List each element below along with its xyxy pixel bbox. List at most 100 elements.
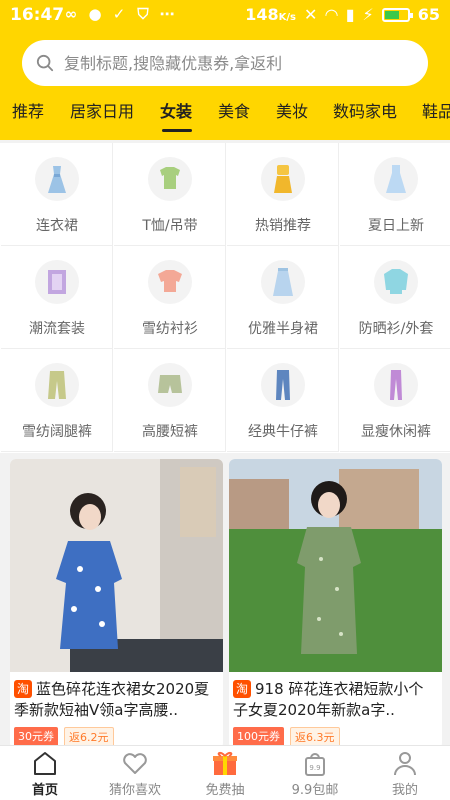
skirt-thumb	[261, 260, 305, 304]
more-dots-icon: ⋯	[159, 5, 175, 23]
mute-icon: ✕	[303, 5, 318, 24]
battery-percent: 65	[417, 5, 440, 24]
nav-free-draw[interactable]: 免费抽	[180, 746, 270, 800]
header: 16:47 ∞ ● ✓ ⛉ ⋯ 148K/s ✕ ◠ ▮ ⚡ 65 复制标题,搜…	[0, 0, 450, 140]
casual-pants-icon	[390, 370, 402, 400]
nav-guess-you-like[interactable]: 猜你喜欢	[90, 746, 180, 800]
tab-womens-wear[interactable]: 女装	[160, 98, 192, 122]
category-label: 优雅半身裙	[248, 321, 318, 337]
tshirt-thumb	[148, 157, 192, 201]
category-label: 雪纺衬衫	[142, 321, 198, 337]
nav-label: 猜你喜欢	[108, 783, 161, 798]
nav-label: 免费抽	[205, 783, 245, 798]
active-tab-underline	[162, 129, 192, 132]
category-sun-jacket[interactable]: 防晒衫/外套	[340, 246, 450, 349]
product-title: 淘蓝色碎花连衣裙女2020夏季新款短袖V领a字高腰..	[14, 679, 219, 721]
heart-icon	[123, 753, 147, 774]
sun-jacket-icon	[384, 269, 408, 294]
category-skirt[interactable]: 优雅半身裙	[227, 246, 339, 349]
category-dress[interactable]: 连衣裙	[1, 143, 113, 246]
net-speed-unit: K/s	[278, 12, 296, 23]
category-label: 显瘦休闲裤	[361, 424, 431, 440]
nav-mine[interactable]: 我的	[360, 746, 450, 800]
check-circle-icon: ✓	[112, 5, 126, 23]
summer-thumb	[374, 157, 418, 201]
product-badges: 30元券 返6.2元	[14, 727, 114, 747]
product-title-text: 918 碎花连衣裙短款小个子女夏2020年新款a字..	[233, 680, 424, 719]
battery-fill	[384, 10, 399, 19]
tab-electronics[interactable]: 数码家电	[333, 98, 397, 122]
bottom-nav: 首页 猜你喜欢 免费抽 9.9 9.9包邮 我的	[0, 745, 450, 800]
category-label: 雪纺阔腿裤	[22, 424, 92, 440]
wide-pants-thumb	[35, 363, 79, 407]
home-icon	[34, 752, 56, 775]
rebate-badge: 返6.2元	[64, 727, 114, 747]
category-summer-new[interactable]: 夏日上新	[340, 143, 450, 246]
chat-bubble-icon: ●	[88, 5, 102, 23]
chiffon-shirt-icon	[158, 270, 182, 292]
nav-label: 我的	[391, 783, 418, 798]
product-card[interactable]: 淘蓝色碎花连衣裙女2020夏季新款短袖V领a字高腰.. 30元券 返6.2元	[10, 459, 223, 749]
summer-dress-icon	[386, 165, 406, 193]
category-label: 夏日上新	[368, 218, 424, 234]
category-jeans[interactable]: 经典牛仔裤	[227, 349, 339, 452]
category-hot[interactable]: 热销推荐	[227, 143, 339, 246]
skirt-icon	[273, 268, 293, 296]
nav-label: 首页	[31, 783, 58, 798]
status-right: 148K/s ✕ ◠ ▮ ⚡ 65	[245, 5, 440, 24]
hot-thumb	[261, 157, 305, 201]
wifi-icon: ◠	[325, 5, 338, 24]
category-tshirt[interactable]: T恤/吊带	[114, 143, 226, 246]
shopping-bag-icon: 9.9	[305, 753, 325, 776]
category-chiffon-shirt[interactable]: 雪纺衬衫	[114, 246, 226, 349]
category-label: 高腰短裤	[142, 424, 198, 440]
product-title-text: 蓝色碎花连衣裙女2020夏季新款短袖V领a字高腰..	[14, 680, 210, 719]
signal-icon: ▮	[345, 5, 355, 24]
product-feed: 淘蓝色碎花连衣裙女2020夏季新款短袖V领a字高腰.. 30元券 返6.2元 淘…	[0, 455, 450, 749]
status-time: 16:47	[10, 5, 65, 25]
coupon-badge: 30元券	[14, 727, 58, 747]
jeans-thumb	[261, 363, 305, 407]
charging-icon: ⚡	[362, 5, 374, 24]
nav-home[interactable]: 首页	[0, 746, 90, 800]
category-casual-pants[interactable]: 显瘦休闲裤	[340, 349, 450, 452]
tab-food[interactable]: 美食	[218, 98, 250, 122]
shield-icon: ⛉	[137, 5, 149, 23]
casual-pants-thumb	[374, 363, 418, 407]
net-speed: 148K/s	[245, 5, 296, 24]
category-label: 连衣裙	[36, 218, 78, 234]
category-grid: 连衣裙 T恤/吊带 热销推荐 夏日上新 潮流套装 雪纺衬衫 优雅半身裙 防晒衫/…	[0, 143, 450, 453]
tshirt-icon	[160, 167, 180, 189]
user-icon	[394, 752, 416, 776]
jeans-icon	[276, 370, 290, 400]
category-label: 潮流套装	[29, 321, 85, 337]
category-wide-pants[interactable]: 雪纺阔腿裤	[1, 349, 113, 452]
category-tabs: 推荐 居家日用 女装 美食 美妆 数码家电 鞋品	[0, 96, 450, 136]
shorts-thumb	[148, 363, 192, 407]
nav-label: 9.9包邮	[291, 783, 339, 798]
search-icon	[36, 54, 54, 72]
category-label: 经典牛仔裤	[248, 424, 318, 440]
product-title: 淘 918 碎花连衣裙短款小个子女夏2020年新款a字..	[233, 679, 438, 721]
suit-icon	[48, 270, 66, 294]
rebate-badge: 返6.3元	[290, 727, 340, 747]
tab-beauty[interactable]: 美妆	[276, 98, 308, 122]
coupon-badge: 100元券	[233, 727, 284, 747]
category-shorts[interactable]: 高腰短裤	[114, 349, 226, 452]
net-speed-value: 148	[245, 5, 279, 24]
category-label: 防晒衫/外套	[358, 321, 434, 337]
product-badges: 100元券 返6.3元	[233, 727, 340, 747]
dress-icon	[48, 166, 66, 193]
tab-recommend[interactable]: 推荐	[12, 98, 44, 122]
category-suit[interactable]: 潮流套装	[1, 246, 113, 349]
tab-home-goods[interactable]: 居家日用	[70, 98, 134, 122]
search-input[interactable]	[64, 53, 404, 73]
nav-free-shipping[interactable]: 9.9 9.9包邮	[270, 746, 360, 800]
category-label: T恤/吊带	[142, 218, 198, 234]
product-card[interactable]: 淘 918 碎花连衣裙短款小个子女夏2020年新款a字.. 100元券 返6.3元	[229, 459, 442, 749]
product-photo	[10, 459, 223, 672]
wide-pants-icon	[48, 371, 66, 399]
hot-outfit-icon	[274, 165, 292, 193]
tab-shoes[interactable]: 鞋品	[422, 98, 450, 122]
search-bar[interactable]	[22, 40, 428, 86]
